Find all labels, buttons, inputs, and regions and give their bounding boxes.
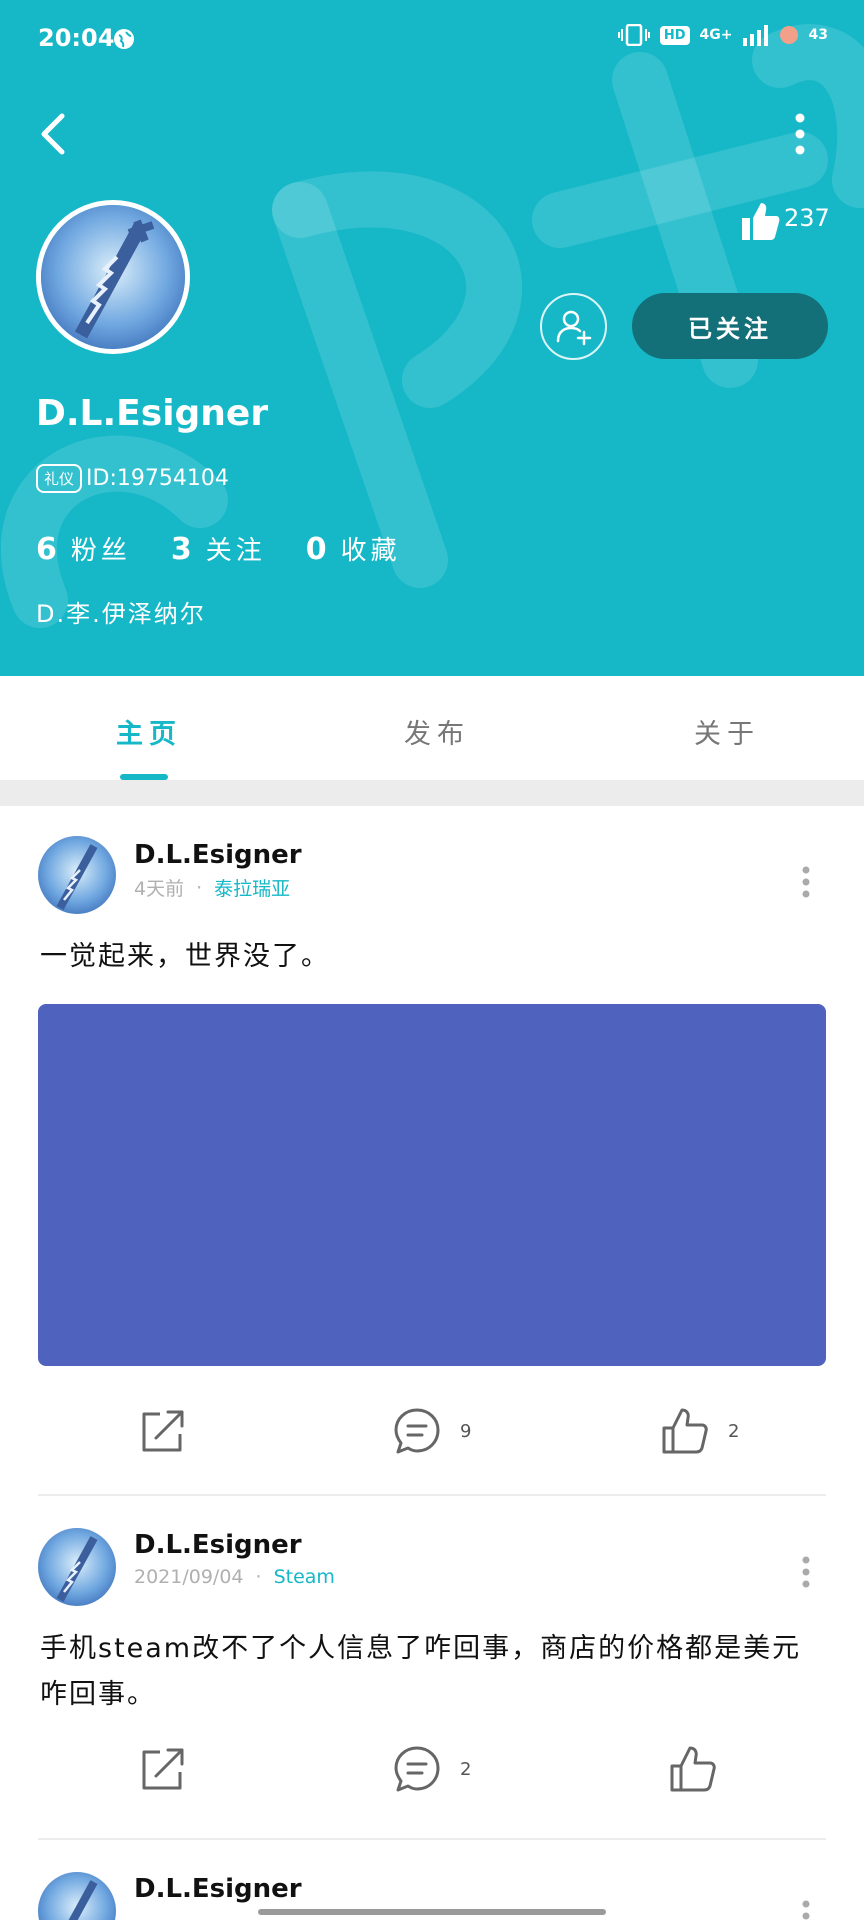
profile-header: 20:04 HD 4G+ 43 237 已关注 D.L.Esigner 礼仪 I…	[0, 0, 864, 676]
comment-count: 9	[460, 1420, 472, 1442]
comment-icon	[394, 1746, 440, 1792]
meta-separator: ·	[255, 1566, 262, 1588]
meta-separator: ·	[196, 876, 203, 899]
stat-label: 收藏	[340, 536, 401, 566]
tab-posts[interactable]: 发布	[404, 712, 470, 751]
battery-level: 43	[808, 27, 828, 43]
comment-button[interactable]: 2	[392, 1744, 471, 1794]
globe-icon	[114, 29, 134, 49]
more-vertical-icon[interactable]	[796, 1552, 816, 1592]
status-bar: 20:04 HD 4G+ 43	[0, 0, 864, 80]
comment-button[interactable]: 9	[392, 1406, 471, 1456]
share-button[interactable]	[138, 1406, 188, 1456]
post-image[interactable]	[38, 1004, 826, 1366]
vibrate-icon	[617, 24, 650, 46]
stats-row: 6 粉丝 3 关注 0 收藏	[36, 530, 441, 567]
section-divider	[0, 780, 864, 806]
stat-favorites[interactable]: 0 收藏	[306, 530, 401, 567]
share-icon	[142, 1748, 184, 1790]
stat-number: 3	[170, 532, 192, 567]
status-time: 20:04	[38, 24, 115, 52]
tab-about[interactable]: 关于	[694, 712, 760, 751]
stat-following[interactable]: 3 关注	[171, 530, 266, 567]
profile-tabs: 主页 发布 关于	[0, 676, 864, 780]
stat-number: 0	[305, 532, 327, 567]
network-type: 4G+	[699, 27, 733, 43]
post-topic[interactable]: Steam	[274, 1566, 335, 1588]
post-meta: 2021/09/04 · Steam	[134, 1566, 335, 1588]
avatar[interactable]	[38, 1528, 116, 1606]
signal-icon	[742, 25, 768, 46]
post-text: 一觉起来，世界没了。	[40, 941, 330, 972]
profile-bio: D.李.伊泽纳尔	[36, 600, 206, 628]
comment-count: 2	[460, 1758, 472, 1780]
comment-icon	[394, 1408, 440, 1454]
more-vertical-icon[interactable]	[796, 1896, 816, 1920]
likes-count: 237	[784, 204, 830, 232]
stat-label: 粉丝	[70, 536, 131, 566]
profile-likes: 237	[740, 200, 830, 242]
post-time: 2021/09/04	[134, 1566, 244, 1588]
like-button[interactable]: 2	[660, 1406, 739, 1456]
stat-followers[interactable]: 6 粉丝	[36, 530, 131, 567]
profile-avatar[interactable]	[36, 200, 190, 354]
etiquette-badge[interactable]: 礼仪	[36, 464, 83, 493]
post-text: 手机steam改不了个人信息了咋回事，商店的价格都是美元咋回事。	[40, 1633, 802, 1710]
post-time: 4天前	[134, 878, 185, 900]
add-friend-button[interactable]	[540, 293, 607, 360]
thumbs-up-icon	[742, 203, 780, 240]
tab-home[interactable]: 主页	[116, 712, 182, 751]
post-author[interactable]: D.L.Esigner	[134, 1530, 302, 1560]
thumbs-up-icon	[662, 1408, 708, 1454]
user-id: ID:19754104	[86, 466, 229, 491]
hd-badge: HD	[659, 25, 690, 45]
post-author[interactable]: D.L.Esigner	[134, 1874, 302, 1904]
home-indicator[interactable]	[258, 1909, 606, 1915]
feed-post[interactable]: D.L.Esigner	[0, 1840, 864, 1920]
avatar[interactable]	[38, 1872, 116, 1920]
post-meta: 4天前 · 泰拉瑞亚	[134, 874, 290, 901]
more-vertical-icon[interactable]	[784, 110, 816, 158]
battery-icon	[779, 26, 798, 44]
thumbs-up-icon	[670, 1746, 716, 1792]
feed-post[interactable]: D.L.Esigner 4天前 · 泰拉瑞亚 一觉起来，世界没了。 9 2	[0, 806, 864, 1496]
post-topic[interactable]: 泰拉瑞亚	[214, 874, 290, 901]
more-vertical-icon[interactable]	[796, 862, 816, 902]
id-row: 礼仪 ID:19754104	[36, 464, 229, 493]
share-icon	[142, 1410, 184, 1452]
stat-label: 关注	[205, 536, 266, 566]
follow-button[interactable]: 已关注	[632, 293, 828, 359]
post-author[interactable]: D.L.Esigner	[134, 840, 302, 870]
status-indicators: HD 4G+ 43	[617, 24, 828, 46]
stat-number: 6	[36, 532, 57, 567]
like-button[interactable]	[668, 1744, 718, 1794]
add-user-icon	[556, 310, 591, 345]
feed-post[interactable]: D.L.Esigner 2021/09/04 · Steam 手机steam改不…	[0, 1496, 864, 1840]
like-count: 2	[728, 1420, 740, 1442]
avatar[interactable]	[38, 836, 116, 914]
share-button[interactable]	[138, 1744, 188, 1794]
back-arrow-icon[interactable]	[34, 108, 74, 160]
profile-name: D.L.Esigner	[36, 393, 269, 434]
